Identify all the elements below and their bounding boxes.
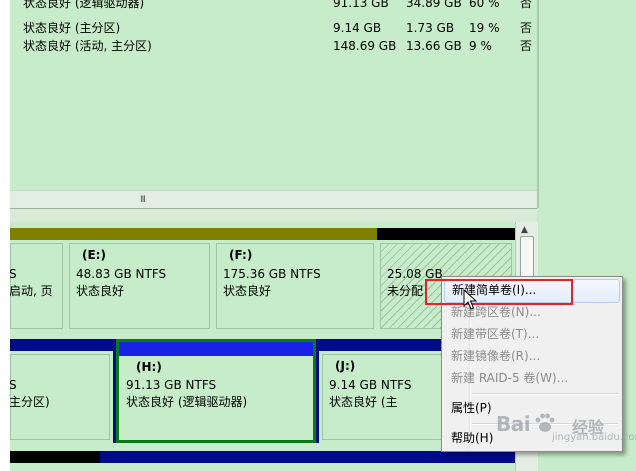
volume-row[interactable]: 状态良好 (逻辑驱动器) 91.13 GB 34.89 GB 60 % 否 [10, 0, 537, 12]
partition-h[interactable]: (H:) 91.13 GB NTFS 状态良好 (逻辑驱动器) [113, 339, 319, 443]
pane-divider [537, 0, 539, 208]
paw-logo-icon [535, 413, 555, 432]
annotation-highlight-box [425, 279, 573, 305]
partition-status: 状态良好 [223, 284, 272, 298]
watermark-brand: Bai [496, 412, 531, 436]
partition-text: S [10, 378, 17, 392]
partition-status: 未分配 [387, 284, 424, 298]
partition-type-bar [100, 451, 515, 463]
partition-body: S 启动, 页 [10, 243, 63, 329]
mouse-cursor-icon [463, 289, 477, 310]
volume-status: 状态良好 (主分区) [23, 21, 121, 35]
volume-fault-tolerance: 否 [520, 39, 533, 53]
baidu-jingyan-watermark: Bai 经验 jingyan.baidu.com [496, 408, 636, 444]
partition-type-bar [10, 451, 100, 463]
watermark-url: jingyan.baidu.com [552, 432, 636, 443]
partition-h-selection: (H:) 91.13 GB NTFS 状态良好 (逻辑驱动器) [116, 339, 316, 443]
volume-free-percent: 60 % [469, 0, 500, 10]
partition-body: (E:) 48.83 GB NTFS 状态良好 [69, 243, 210, 329]
volume-free-percent: 9 % [469, 39, 492, 53]
partition-primary[interactable]: S 主分区) [10, 339, 113, 443]
volume-free-space: 13.66 GB [406, 39, 462, 53]
partition-system[interactable]: S 启动, 页 [10, 228, 66, 332]
volume-row[interactable]: 状态良好 (活动, 主分区) 148.69 GB 13.66 GB 9 % 否 [10, 37, 537, 55]
volume-list[interactable]: 状态良好 (逻辑驱动器) 91.13 GB 34.89 GB 60 % 否 状态… [10, 0, 537, 208]
menu-separator [472, 393, 618, 395]
scrollbar-grip[interactable]: III [140, 195, 146, 205]
volume-fault-tolerance: 否 [520, 21, 533, 35]
partition-title: (J:) [335, 359, 356, 373]
partition-next-row[interactable] [10, 451, 100, 471]
menu-item-new-raid5-volume[interactable]: 新建 RAID-5 卷(W)... [444, 367, 620, 389]
selection-border [116, 339, 316, 443]
menu-item-new-striped-volume[interactable]: 新建带区卷(T)... [444, 323, 620, 345]
partition-size: 48.83 GB NTFS [76, 267, 167, 281]
volume-status: 状态良好 (逻辑驱动器) [23, 0, 145, 10]
volume-free-space: 1.73 GB [406, 21, 455, 35]
partition-type-bar [213, 228, 377, 240]
partition-type-bar [10, 339, 113, 351]
partition-type-bar [10, 228, 66, 240]
partition-size: 175.36 GB NTFS [223, 267, 321, 281]
volume-capacity: 148.69 GB [333, 39, 397, 53]
pane-splitter[interactable] [10, 208, 537, 223]
partition-title: (F:) [229, 248, 253, 262]
partition-text: S [10, 267, 17, 281]
scrollbar-thumb[interactable] [520, 236, 534, 278]
volume-capacity: 91.13 GB [333, 0, 389, 10]
partition-f[interactable]: (F:) 175.36 GB NTFS 状态良好 [213, 228, 377, 332]
volume-status: 状态良好 (活动, 主分区) [23, 39, 152, 53]
menu-item-new-mirrored-volume[interactable]: 新建镜像卷(R)... [444, 345, 620, 367]
horizontal-scrollbar[interactable]: III [10, 190, 537, 209]
volume-capacity: 9.14 GB [333, 21, 382, 35]
volume-free-space: 34.89 GB [406, 0, 462, 10]
volume-free-percent: 19 % [469, 21, 500, 35]
volume-row[interactable]: 状态良好 (主分区) 9.14 GB 1.73 GB 19 % 否 [10, 19, 537, 37]
scroll-up-arrow-icon[interactable]: ▲ [521, 225, 528, 235]
partition-body: (F:) 175.36 GB NTFS 状态良好 [216, 243, 374, 329]
partition-status: 状态良好 (主 [329, 395, 398, 409]
disk-map[interactable]: S 启动, 页 (E:) 48.83 GB NTFS 状态良好 (F:) 175… [10, 222, 515, 471]
partition-size: 9.14 GB NTFS [329, 378, 412, 392]
volume-fault-tolerance: 否 [520, 0, 533, 10]
partition-title: (E:) [82, 248, 106, 262]
partition-e[interactable]: (E:) 48.83 GB NTFS 状态良好 [66, 228, 213, 332]
partition-next-row[interactable] [100, 451, 515, 471]
partition-status: 启动, 页 [10, 284, 53, 298]
partition-type-bar [377, 228, 515, 240]
partition-body: S 主分区) [10, 354, 110, 440]
partition-type-bar [66, 228, 213, 240]
partition-status: 主分区) [10, 395, 50, 409]
partition-status: 状态良好 [76, 284, 125, 298]
